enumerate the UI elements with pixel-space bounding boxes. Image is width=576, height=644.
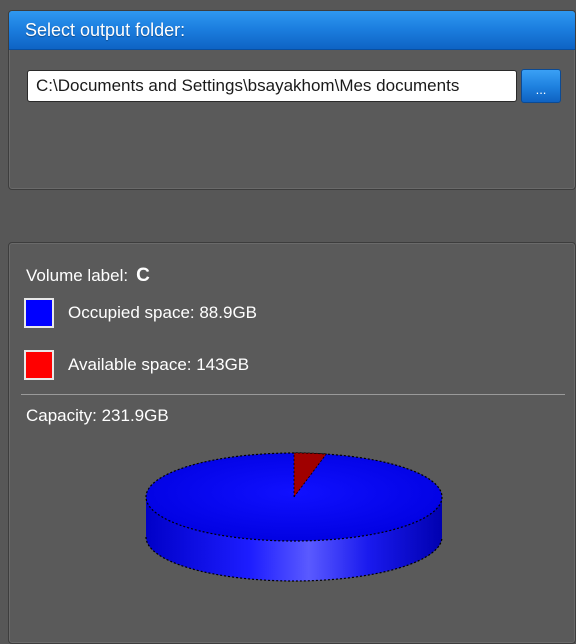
output-path-input[interactable] (27, 70, 517, 102)
volume-label-row: Volume label: C (26, 265, 150, 287)
volume-label-caption: Volume label: (26, 266, 129, 285)
output-folder-panel: Select output folder: ... (8, 10, 576, 190)
available-space-label: Available space: 143GB (68, 355, 250, 374)
legend-available: Available space: 143GB (24, 350, 249, 380)
disk-usage-pie-chart (145, 452, 443, 582)
output-folder-title: Select output folder: (9, 11, 575, 50)
divider (21, 394, 565, 395)
legend-occupied: Occupied space: 88.9GB (24, 298, 257, 328)
capacity-label: Capacity: 231.9GB (26, 406, 169, 425)
occupied-space-label: Occupied space: 88.9GB (68, 303, 258, 322)
available-swatch (24, 350, 54, 380)
volume-label-value: C (136, 265, 150, 286)
occupied-swatch (24, 298, 54, 328)
browse-button[interactable]: ... (521, 69, 561, 103)
volume-info-panel: Volume label: C Occupied space: 88.9GB A… (8, 242, 576, 644)
